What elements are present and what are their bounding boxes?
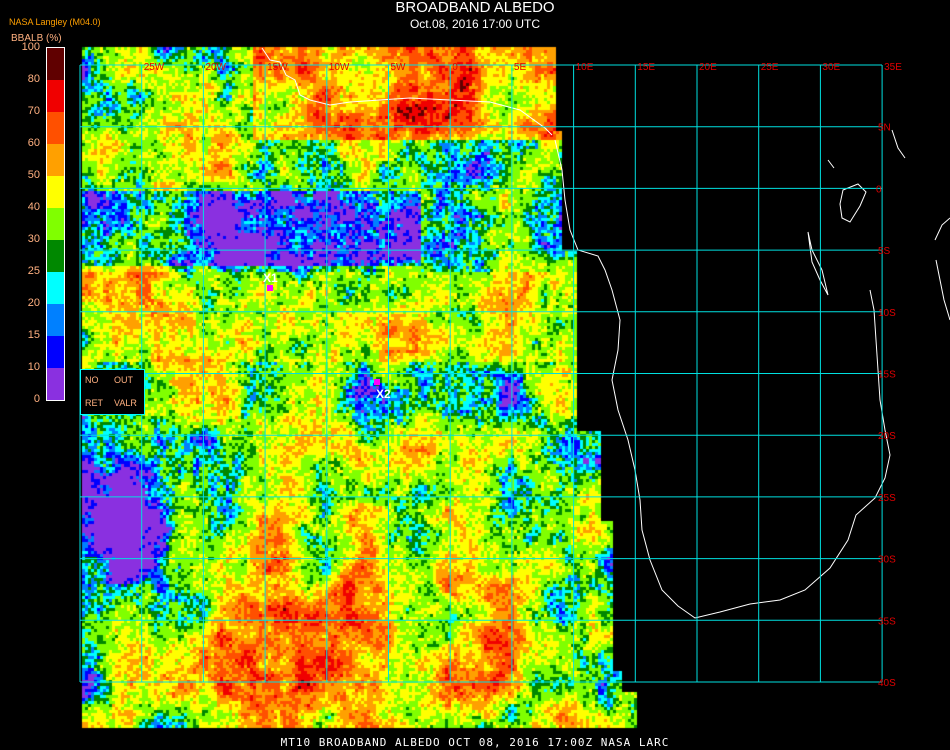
source-label: NASA Langley (M04.0) <box>9 17 101 27</box>
marker-dot <box>267 285 273 291</box>
status-out: OUT <box>114 375 133 385</box>
longitude-label: 30E <box>822 62 840 73</box>
coastline-segment <box>827 129 906 169</box>
color-legend <box>46 47 65 401</box>
marker-label: X1 <box>263 271 278 285</box>
longitude-label: 25E <box>761 62 779 73</box>
longitude-label: 20W <box>205 62 226 73</box>
longitude-label: 10E <box>576 62 594 73</box>
latitude-label: 40S <box>878 678 896 689</box>
map-datetime: Oct.08, 2016 17:00 UTC <box>409 17 541 31</box>
legend-tick: 50 <box>27 169 40 181</box>
legend-tick: 15 <box>27 329 40 341</box>
latitude-label: 30S <box>878 555 896 566</box>
latitude-label: 0 <box>876 184 882 195</box>
status-no: NO <box>85 375 99 385</box>
status-box: NO OUT RET VALR <box>80 369 145 415</box>
legend-tick: 70 <box>27 105 40 117</box>
coastline <box>261 47 950 619</box>
legend-swatch <box>47 112 64 144</box>
legend-swatch <box>47 176 64 208</box>
latitude-label: 5N <box>878 123 891 134</box>
coastline-segment <box>934 217 950 321</box>
longitude-label: 0 <box>452 62 458 73</box>
marker-label: X2 <box>376 387 391 401</box>
legend-swatch <box>47 304 64 336</box>
legend-tick: 60 <box>27 137 40 149</box>
latitude-label: 15S <box>878 370 896 381</box>
status-valr: VALR <box>114 398 137 408</box>
marker-dot <box>374 379 380 385</box>
latitude-label: 20S <box>878 431 896 442</box>
longitude-label: 5E <box>514 62 527 73</box>
legend-tick: 20 <box>27 297 40 309</box>
longitude-label: 5W <box>391 62 407 73</box>
latitude-label: 5S <box>878 246 891 257</box>
legend-swatch <box>47 368 64 400</box>
latitude-label: 10S <box>878 308 896 319</box>
coastline-segment <box>554 139 891 619</box>
legend-swatch <box>47 144 64 176</box>
lat-lon-grid: 25W 20W 15W 10W 5W 0 5E 10E 15E 20E 25E 30E 35E 5N 0 5S… <box>79 62 902 689</box>
longitude-label: 15E <box>637 62 655 73</box>
status-ret: RET <box>85 398 103 408</box>
coastline-segment <box>839 183 867 223</box>
latitude-label: 35S <box>878 616 896 627</box>
legend-swatch <box>47 80 64 112</box>
legend-tick: 0 <box>33 393 40 405</box>
legend-swatch <box>47 272 64 304</box>
legend-swatch <box>47 240 64 272</box>
coastline-segment <box>261 47 553 136</box>
legend-tick: 40 <box>27 201 40 213</box>
legend-tick: 25 <box>27 265 40 277</box>
footer-caption: MT10 BROADBAND ALBEDO OCT 08, 2016 17:00… <box>280 736 670 749</box>
longitude-label: 15W <box>267 62 288 73</box>
latitude-label: 25S <box>878 493 896 504</box>
legend-tick: 80 <box>27 73 40 85</box>
longitude-label: 10W <box>329 62 350 73</box>
coastline-segment <box>807 231 829 296</box>
legend-swatch <box>47 208 64 240</box>
longitude-label: 20E <box>699 62 717 73</box>
legend-tick: 100 <box>21 41 40 53</box>
legend-swatch <box>47 48 64 80</box>
legend-swatch <box>47 336 64 368</box>
legend-tick: 30 <box>27 233 40 245</box>
longitude-label: 35E <box>884 62 902 73</box>
longitude-label: 25W <box>144 62 165 73</box>
map-title: BROADBAND ALBEDO <box>395 0 555 16</box>
legend-tick: 10 <box>27 361 40 373</box>
